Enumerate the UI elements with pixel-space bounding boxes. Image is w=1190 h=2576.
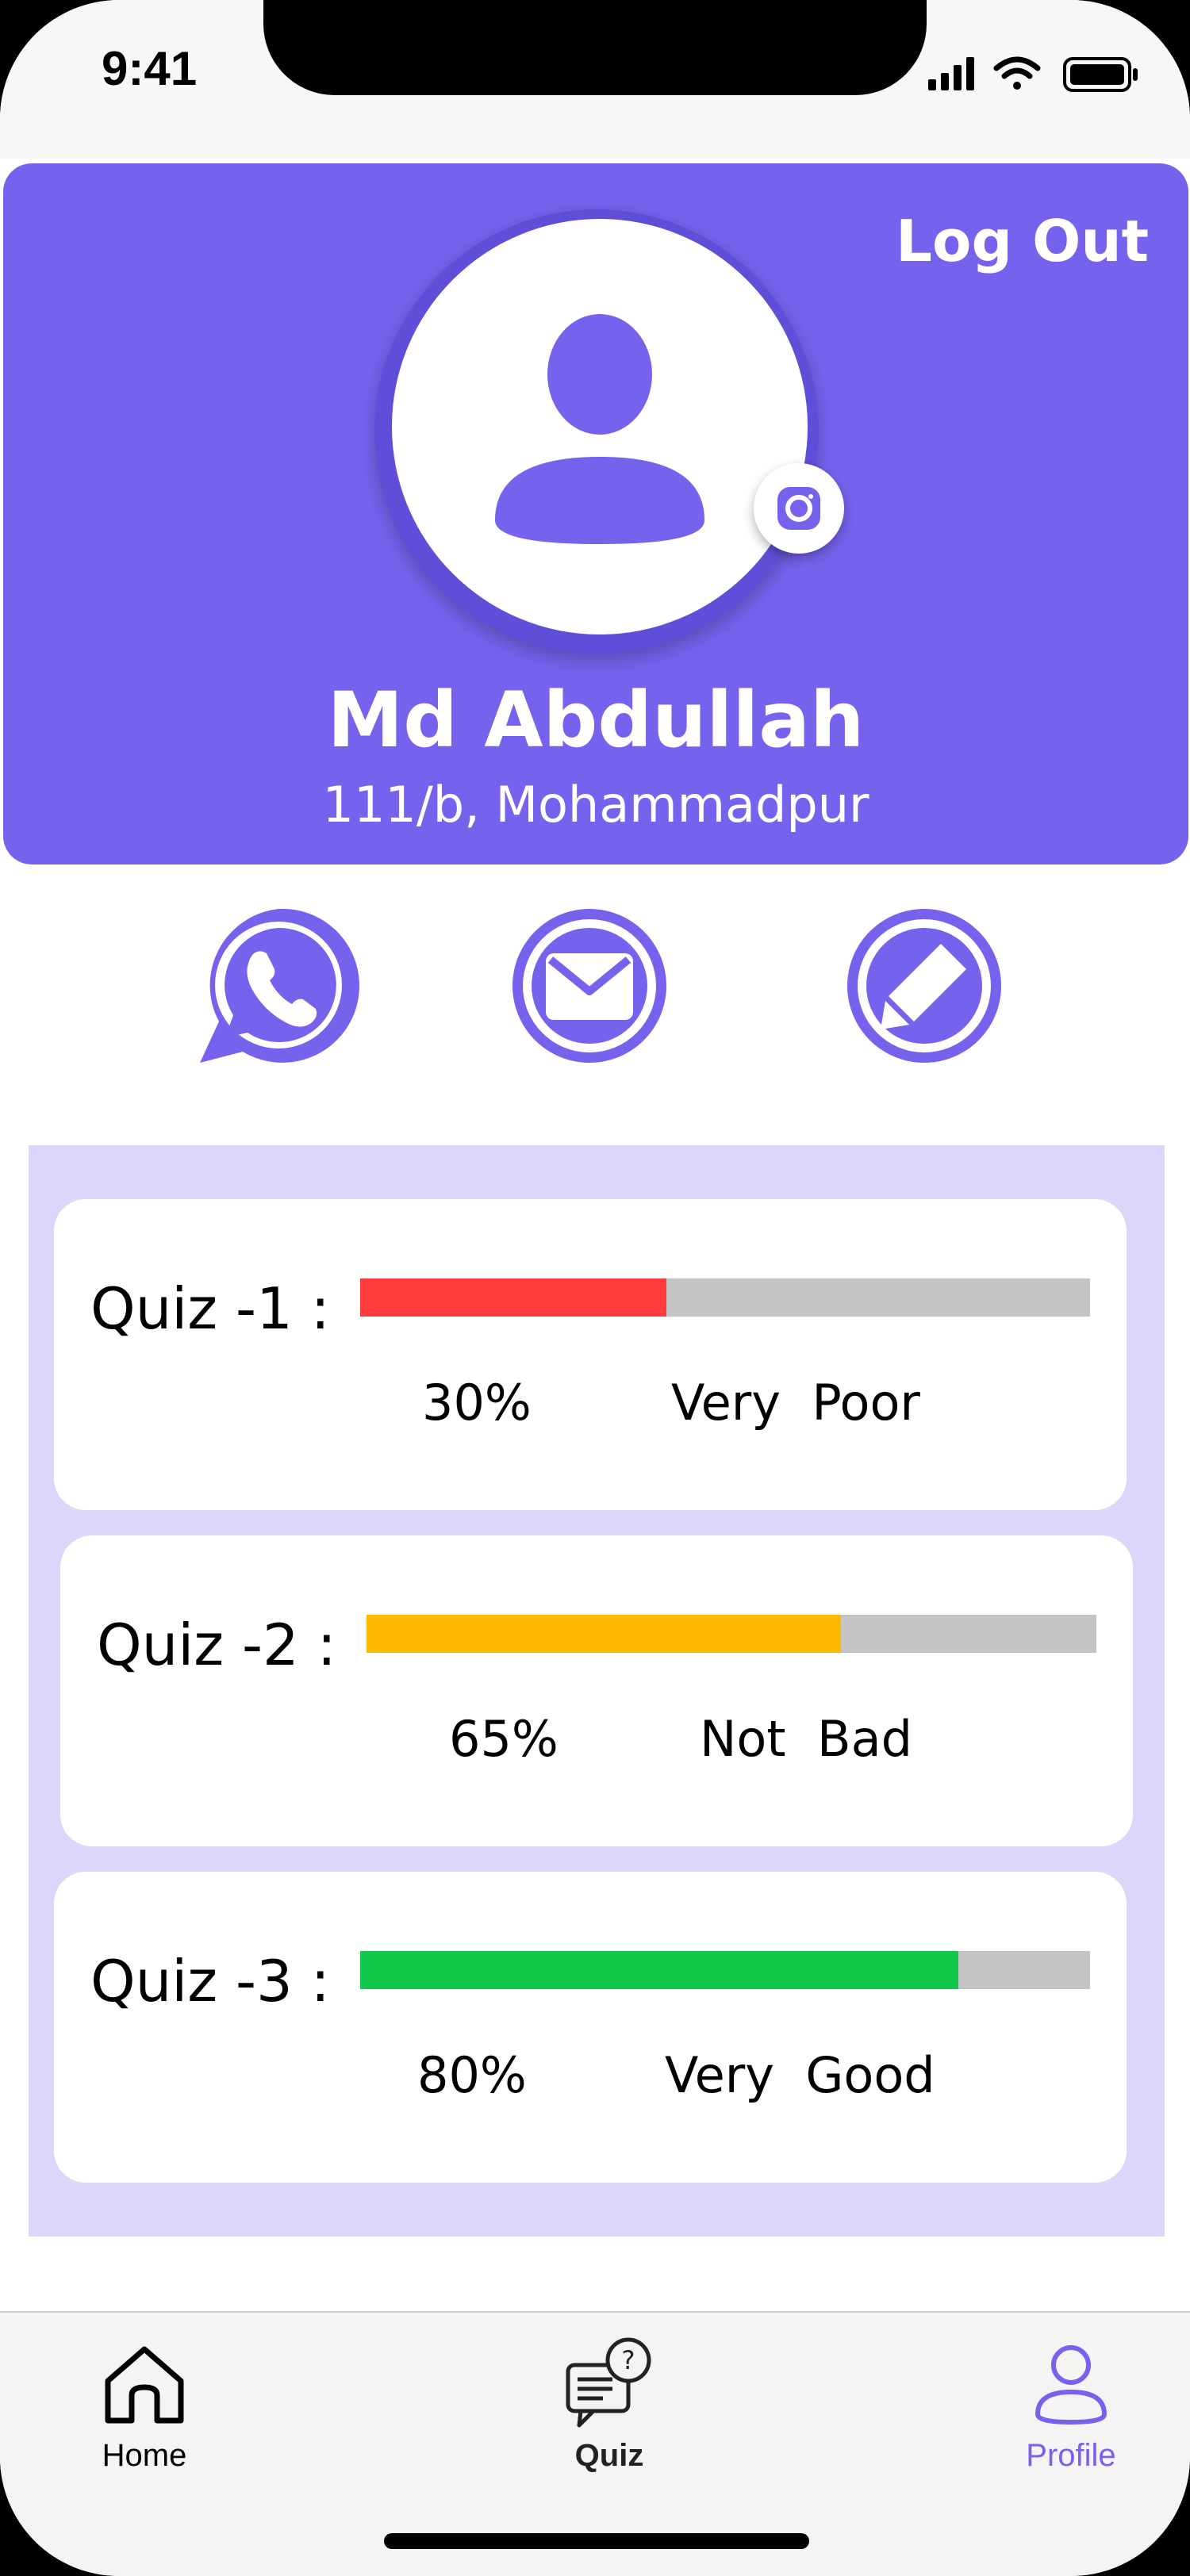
quiz-progress-bar — [360, 1278, 1090, 1317]
avatar-ring — [374, 209, 819, 654]
quiz-progress-fill — [367, 1615, 841, 1653]
quiz-label: Quiz -1 : — [90, 1275, 330, 1342]
quiz-card: Quiz -2 : 65% Not Bad — [60, 1535, 1133, 1846]
tab-home-label: Home — [102, 2438, 187, 2473]
profile-address: 111/b, Mohammadpur — [322, 776, 869, 834]
quiz-progress-bar — [360, 1951, 1090, 1989]
profile-icon — [1035, 2345, 1107, 2425]
signal-icon — [928, 57, 974, 90]
home-indicator — [384, 2533, 809, 2549]
whatsapp-button[interactable] — [195, 903, 362, 1069]
quiz-label: Quiz -3 : — [90, 1948, 330, 2014]
edit-icon — [847, 909, 1001, 1063]
tab-home[interactable]: Home — [25, 2313, 263, 2511]
wifi-icon — [993, 56, 1041, 90]
quiz-card: Quiz -3 : 80% Very Good — [54, 1872, 1127, 2183]
user-icon — [495, 314, 704, 544]
notch — [263, 0, 927, 95]
quiz-card: Quiz -1 : 30% Very Poor — [54, 1199, 1127, 1510]
whatsapp-icon — [200, 908, 359, 1063]
quiz-results-panel: Quiz -1 : 30% Very Poor Quiz -2 : 65% No… — [29, 1145, 1165, 2237]
status-bar: 9:41 — [0, 0, 1190, 159]
tab-quiz[interactable]: ? Quiz — [490, 2313, 728, 2511]
status-icons — [928, 56, 1138, 92]
quiz-progress-fill — [360, 1278, 667, 1317]
quiz-chat-icon: ? — [566, 2337, 651, 2428]
quiz-rating: Not Bad — [700, 1710, 912, 1768]
quiz-rating: Very Poor — [671, 1374, 920, 1432]
change-photo-button[interactable] — [754, 463, 844, 554]
tab-quiz-label: Quiz — [574, 2438, 644, 2473]
tab-profile-label: Profile — [1026, 2438, 1116, 2473]
camera-icon — [777, 487, 820, 530]
quiz-percent: 65% — [449, 1710, 559, 1768]
battery-icon — [1063, 57, 1138, 92]
quiz-progress-fill — [360, 1951, 959, 1989]
quiz-progress-bar — [367, 1615, 1096, 1653]
quiz-label: Quiz -2 : — [97, 1612, 336, 1678]
status-time: 9:41 — [102, 42, 198, 95]
profile-name: Md Abdullah — [327, 676, 865, 765]
tab-profile[interactable]: Profile — [952, 2313, 1190, 2511]
quiz-percent: 30% — [422, 1374, 532, 1432]
phone-screen: 9:41 Log Out Md Abdullah 111/b, Mohammad… — [0, 0, 1190, 2576]
edit-profile-button[interactable] — [841, 903, 1008, 1069]
home-icon — [105, 2346, 184, 2424]
svg-text:?: ? — [622, 2345, 635, 2375]
mail-icon — [512, 909, 666, 1063]
profile-header: Log Out Md Abdullah 111/b, Mohammadpur — [3, 163, 1188, 864]
logout-button[interactable]: Log Out — [896, 208, 1149, 274]
email-button[interactable] — [506, 903, 673, 1069]
quiz-rating: Very Good — [665, 2046, 935, 2104]
avatar[interactable] — [392, 219, 808, 634]
quiz-percent: 80% — [417, 2046, 527, 2104]
